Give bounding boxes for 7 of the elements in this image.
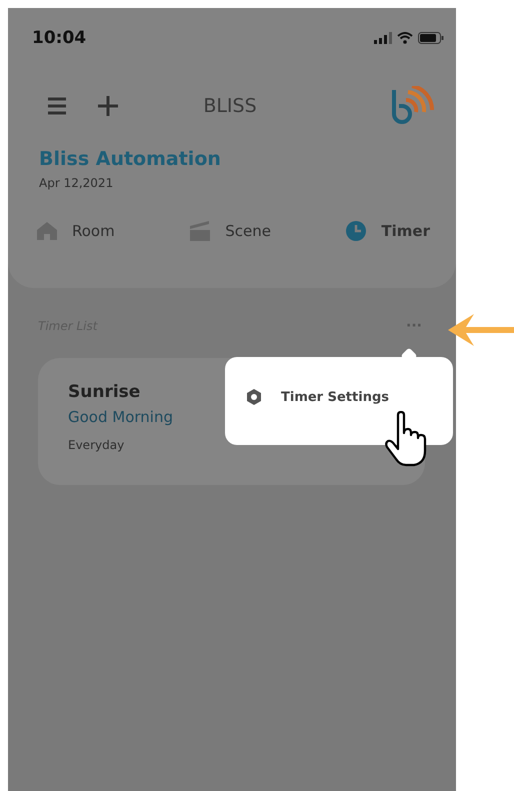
timer-repeat: Everyday	[68, 438, 124, 452]
timer-name: Sunrise	[68, 382, 140, 402]
status-time: 10:04	[32, 28, 86, 48]
home-name: Bliss Automation	[39, 148, 222, 170]
timer-subtitle: Good Morning	[68, 408, 173, 426]
home-date: Apr 12,2021	[39, 176, 114, 190]
app-title: BLISS	[202, 95, 258, 117]
